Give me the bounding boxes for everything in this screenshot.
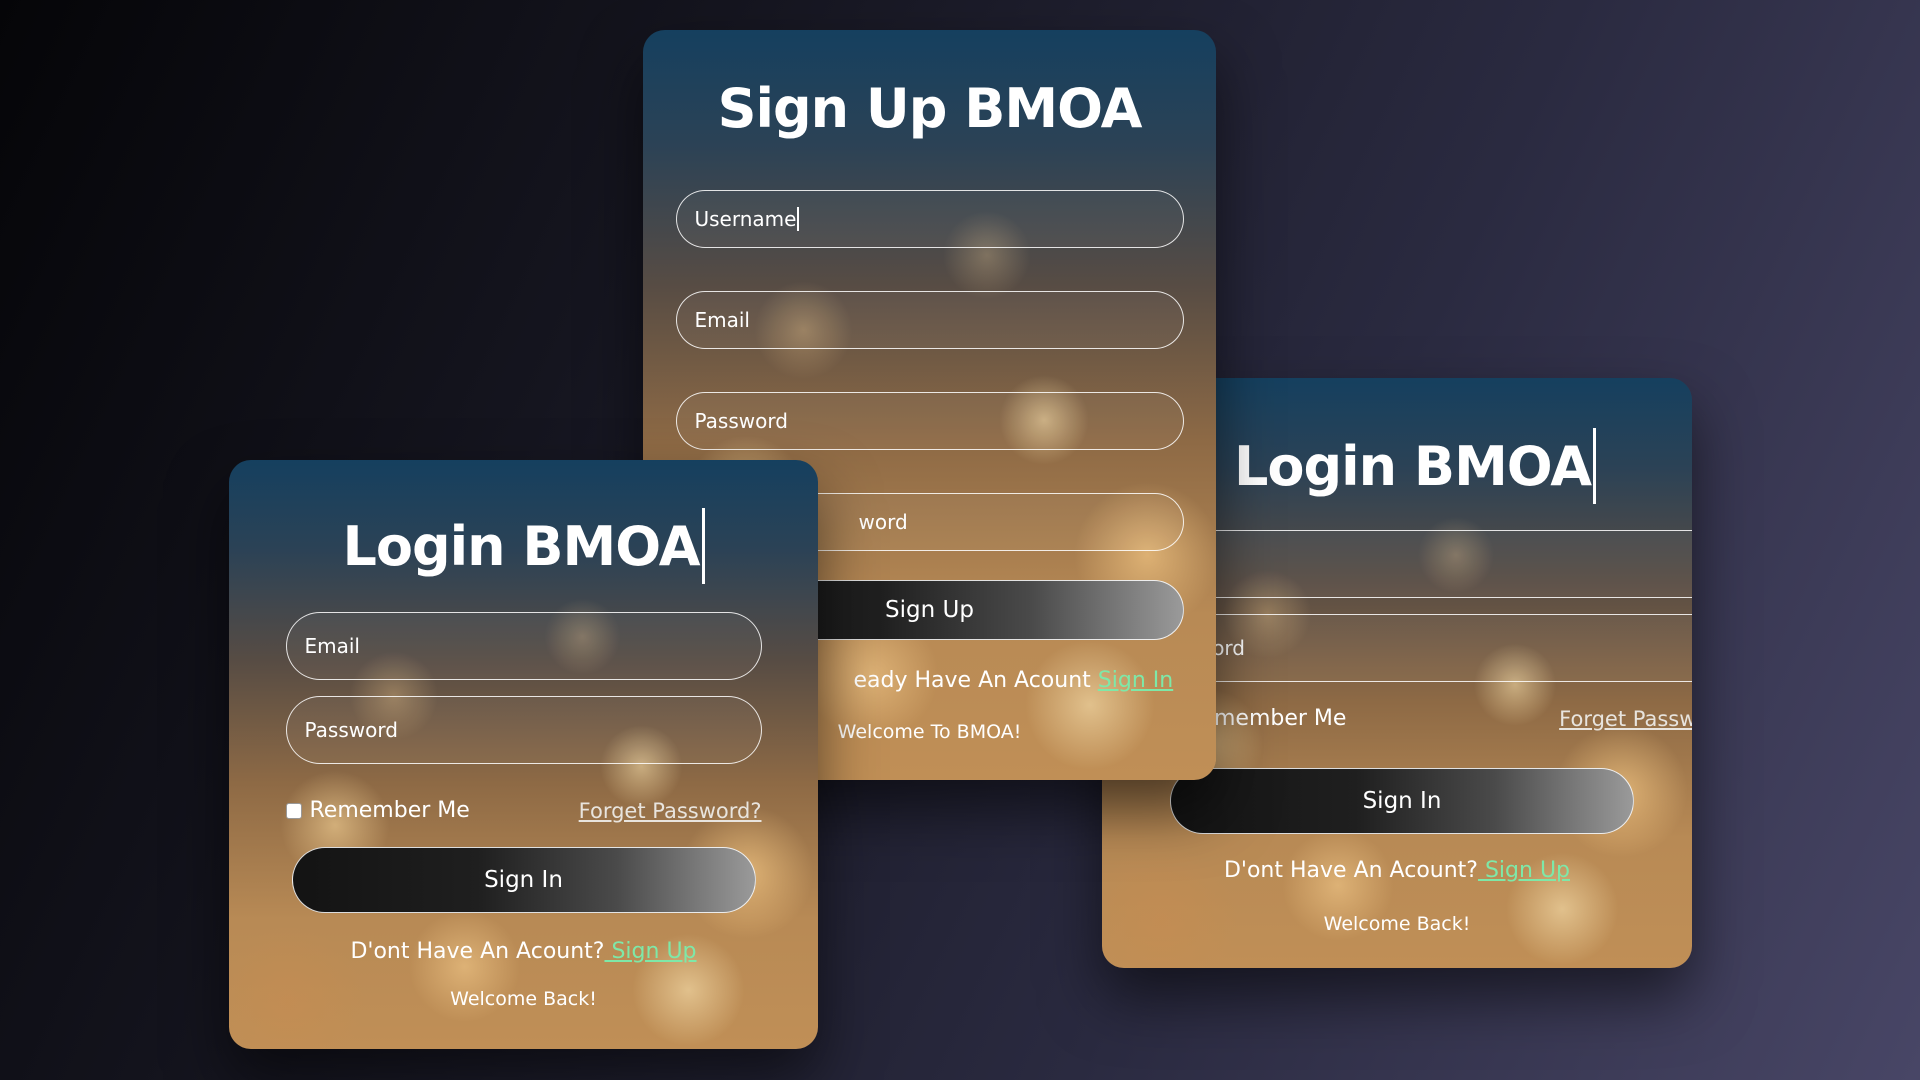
remember-me-checkbox[interactable]	[285, 802, 302, 819]
login-left-welcome-text: Welcome Back!	[450, 988, 597, 1010]
signin-link[interactable]: Sign In	[1098, 668, 1173, 693]
login-left-no-account-line: D'ont Have An Acount? Sign Up	[350, 939, 696, 964]
confirm-password-placeholder: word	[858, 510, 908, 534]
login-right-remember-row: member Me Forget Password?	[1214, 706, 1692, 731]
login-left-title-text: Login BMOA	[342, 514, 700, 578]
signup-title: Sign Up BMOA	[717, 76, 1143, 140]
login-card-left: Login BMOA Email Password Remember Me Fo…	[229, 460, 818, 1049]
login-left-signin-button[interactable]: Sign In	[291, 847, 756, 913]
login-left-password-field[interactable]: Password	[285, 696, 762, 764]
login-left-forget-link[interactable]: Forget Password?	[579, 799, 762, 823]
signup-password-field[interactable]: Password	[675, 392, 1184, 450]
username-value: Username	[694, 207, 797, 231]
login-right-signin-button[interactable]: Sign In	[1170, 768, 1634, 834]
login-left-remember-label: Remember Me	[309, 798, 470, 823]
title-cursor	[1593, 428, 1597, 504]
page: { "signup_card": { "title": "Sign Up BMO…	[0, 0, 1920, 1080]
have-account-text: eady Have An Acount	[853, 668, 1091, 693]
remember-me-group: Remember Me	[285, 798, 470, 823]
login-right-welcome-text: Welcome Back!	[1323, 913, 1471, 935]
login-left-no-account-text: D'ont Have An Acount?	[350, 939, 605, 964]
login-form-left: Login BMOA Email Password Remember Me Fo…	[229, 460, 818, 1049]
login-right-no-account-text: D'ont Have An Acount?	[1223, 858, 1478, 883]
login-left-email-placeholder: Email	[304, 634, 361, 658]
title-cursor	[701, 508, 705, 584]
login-right-remember-label: member Me	[1214, 706, 1347, 731]
login-right-title: Login BMOA	[1234, 428, 1597, 504]
login-right-no-account-line: D'ont Have An Acount? Sign Up	[1102, 858, 1692, 883]
signup-welcome-text: Welcome To BMOA!	[837, 721, 1022, 743]
signup-email-field[interactable]: Email	[675, 291, 1184, 349]
username-field[interactable]: Username	[675, 190, 1184, 248]
signup-password-placeholder: Password	[694, 409, 788, 433]
login-right-title-text: Login BMOA	[1234, 434, 1592, 498]
login-right-signup-link[interactable]: Sign Up	[1478, 858, 1570, 883]
signup-email-placeholder: Email	[694, 308, 751, 332]
login-left-title: Login BMOA	[342, 508, 705, 584]
login-right-forget-link[interactable]: Forget Password?	[1559, 707, 1692, 731]
text-cursor	[797, 207, 800, 231]
login-left-password-placeholder: Password	[304, 718, 398, 742]
login-left-email-field[interactable]: Email	[285, 612, 762, 680]
login-left-signup-link[interactable]: Sign Up	[604, 939, 696, 964]
login-left-remember-row: Remember Me Forget Password?	[285, 798, 762, 823]
